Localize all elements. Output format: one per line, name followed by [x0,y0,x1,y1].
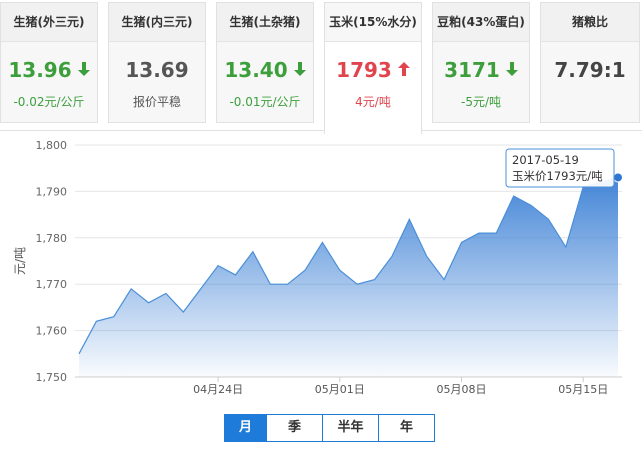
tab-price: 13.40 [217,58,313,82]
chart-svg: 1,800 1,790 1,780 1,770 1,760 1,750 元/吨 04月24日 0… [13,139,623,396]
tab-price: 7.79:1 [554,58,626,82]
tab-price: 3171 [433,58,529,82]
y-tick-label: 1,760 [36,325,68,338]
tab-1[interactable]: 生猪(内三元) 13.69 报价平稳 [108,2,206,123]
x-tick-label: 05月01日 [315,383,365,396]
period-button-1[interactable]: 季 [266,414,323,442]
price-tabs: 生猪(外三元) 13.96 -0.02元/公斤 生猪(内三元) 13.69 报价平稳 生猪(… [0,0,642,134]
y-tick-label: 1,800 [36,139,68,152]
arrow-up-icon [397,62,410,76]
tab-0[interactable]: 生猪(外三元) 13.96 -0.02元/公斤 [0,2,98,123]
tab-title: 生猪(内三元) [109,3,205,42]
x-tick-label: 04月24日 [193,383,243,396]
tooltip-date: 2017-05-19 [512,153,579,167]
tab-change: -0.01元/公斤 [229,95,301,109]
tab-4[interactable]: 豆粕(43%蛋白) 3171 -5元/吨 [432,2,530,123]
period-button-0[interactable]: 月 [224,414,267,442]
arrow-down-icon [77,62,90,76]
tab-change: -5元/吨 [460,95,501,109]
period-button-3[interactable]: 年 [378,414,435,442]
tab-title: 豆粕(43%蛋白) [433,3,529,42]
tab-price: 13.69 [125,58,189,82]
y-tick-label: 1,750 [36,371,68,384]
x-tick-label: 05月08日 [437,383,487,396]
tab-price: 1793 [325,58,421,82]
tab-price: 13.96 [1,58,97,82]
y-tick-label: 1,770 [36,278,68,291]
last-point-marker [613,172,623,183]
tooltip-value: 玉米价1793元/吨 [512,169,603,183]
y-tick-label: 1,790 [36,185,68,198]
tab-2[interactable]: 生猪(土杂猪) 13.40 -0.01元/公斤 [216,2,314,123]
arrow-down-icon [505,62,518,76]
tooltip: 2017-05-19 玉米价1793元/吨 [505,148,615,188]
tab-title: 生猪(土杂猪) [217,3,313,42]
period-selector: 月季半年年 [224,414,435,442]
tab-change: 4元/吨 [355,95,391,109]
tab-5[interactable]: 猪粮比 7.79:1 [540,2,640,123]
period-button-2[interactable]: 半年 [322,414,379,442]
price-chart: 1,800 1,790 1,780 1,770 1,760 1,750 元/吨 04月24日 0… [0,130,642,456]
tab-3[interactable]: 玉米(15%水分) 1793 4元/吨 [324,2,422,134]
y-axis-label: 元/吨 [13,247,27,275]
tab-change: 报价平稳 [132,95,181,109]
tab-change: -0.02元/公斤 [13,95,85,109]
tab-title: 生猪(外三元) [1,3,97,42]
x-tick-label: 05月15日 [558,383,608,396]
y-tick-label: 1,780 [36,232,68,245]
tab-title: 猪粮比 [541,3,639,42]
tab-title: 玉米(15%水分) [325,3,421,42]
arrow-down-icon [293,62,306,76]
